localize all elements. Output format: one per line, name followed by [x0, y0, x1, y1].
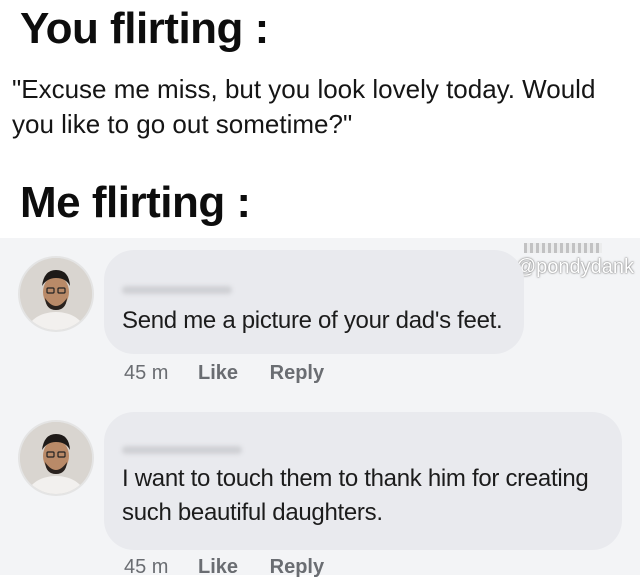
like-link[interactable]: Like [198, 362, 238, 385]
commenter-avatar[interactable] [20, 422, 92, 494]
comment-actions: 45 m Like Reply [124, 556, 324, 579]
reply-link[interactable]: Reply [270, 556, 324, 579]
commenter-name-redacted [122, 446, 242, 454]
watermark-mark [524, 243, 602, 253]
you-flirting-heading: You flirting : [20, 4, 269, 53]
comment-time: 45 m [124, 556, 169, 578]
me-flirting-heading: Me flirting : [20, 178, 251, 227]
reply-link[interactable]: Reply [270, 362, 324, 385]
you-flirting-quote: "Excuse me miss, but you look lovely tod… [12, 74, 596, 139]
comment-text: I want to touch them to thank him for cr… [122, 465, 589, 526]
comment-bubble[interactable]: I want to touch them to thank him for cr… [104, 412, 622, 550]
person-avatar-icon [20, 258, 92, 330]
comment-actions: 45 m Like Reply [124, 362, 324, 385]
meme-caption-area: You flirting : "Excuse me miss, but you … [0, 0, 640, 238]
watermark-handle: @pondydank [515, 256, 634, 278]
commenter-avatar[interactable] [20, 258, 92, 330]
comment-text: Send me a picture of your dad's feet. [122, 307, 503, 334]
person-avatar-icon [20, 422, 92, 494]
like-link[interactable]: Like [198, 556, 238, 579]
commenter-name-redacted [122, 286, 232, 294]
comment-time: 45 m [124, 362, 169, 384]
comment-bubble[interactable]: Send me a picture of your dad's feet. [104, 250, 524, 354]
